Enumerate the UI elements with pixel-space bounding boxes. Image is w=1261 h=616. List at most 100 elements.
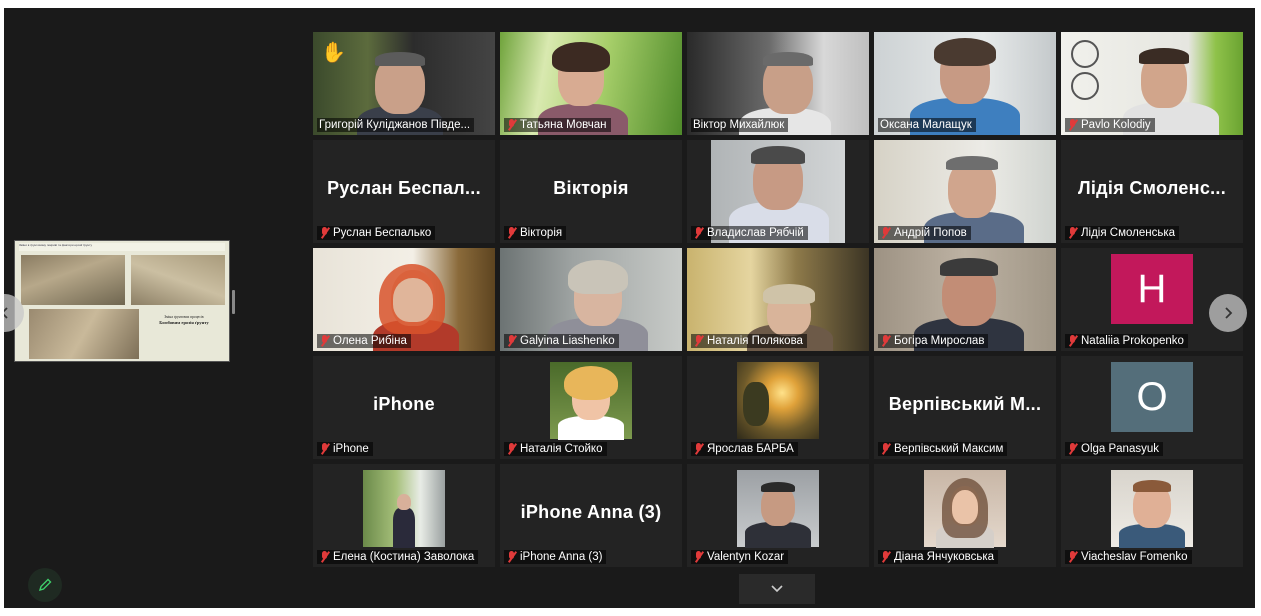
annotate-button[interactable] — [28, 568, 62, 602]
avatar-initial: H — [1137, 266, 1167, 311]
participant-name: Татьяна Мовчан — [520, 119, 607, 131]
participant-name-label: Наталія Стойко — [504, 442, 607, 456]
shared-screen-image — [29, 309, 139, 359]
participant-name: Оксана Малащук — [880, 119, 972, 131]
participant-name: Владислав Рябчій — [707, 227, 804, 239]
muted-mic-icon — [319, 551, 330, 563]
participant-name-label: Елена (Костина) Заволока — [317, 550, 479, 564]
participant-name-label: Владислав Рябчій — [691, 226, 808, 240]
participant-name: Лідія Смоленська — [1081, 227, 1176, 239]
participant-name: Valentyn Kozar — [707, 551, 785, 563]
participant-tile[interactable]: Владислав Рябчій — [687, 140, 869, 243]
logo-emblem — [1071, 40, 1099, 68]
participant-name-label: Руслан Беспалько — [317, 226, 436, 240]
next-page-button[interactable] — [1209, 294, 1247, 332]
muted-mic-icon — [693, 443, 704, 455]
participant-name-label: Григорій Кулiджанов Півде... — [317, 118, 475, 132]
participant-tile[interactable]: Наталія Полякова — [687, 248, 869, 351]
participant-name: Galyina Liashenko — [520, 335, 615, 347]
participant-tile[interactable]: iPhone Anna (3) iPhone Anna (3) — [500, 464, 682, 567]
participant-name-label: Ярослав БАРБА — [691, 442, 798, 456]
avatar-initial: O — [1136, 374, 1168, 419]
participant-tile[interactable]: Pavlo Kolodiy — [1061, 32, 1243, 135]
participant-name-label: Богіра Мирослав — [878, 334, 989, 348]
shared-screen-title: Зміни в ґрунтовому покриві та фактори ер… — [19, 243, 225, 251]
participant-tile[interactable]: Татьяна Мовчан — [500, 32, 682, 135]
participant-display-name: iPhone — [373, 394, 435, 414]
muted-mic-icon — [693, 551, 704, 563]
participant-name-label: iPhone Anna (3) — [504, 550, 607, 564]
participant-tile[interactable]: Viacheslav Fomenko — [1061, 464, 1243, 567]
participant-tile[interactable]: Віктор Михайлюк — [687, 32, 869, 135]
participant-tile[interactable]: Олена Рибіна — [313, 248, 495, 351]
panel-splitter-handle[interactable] — [232, 290, 235, 314]
participant-name-label: Діана Янчуковська — [878, 550, 999, 564]
participant-profile-photo — [1111, 470, 1193, 548]
muted-mic-icon — [1067, 335, 1078, 347]
shared-screen-image — [131, 255, 225, 305]
participant-display-name: Вікторія — [553, 178, 629, 198]
participant-name-label: Андрій Попов — [878, 226, 971, 240]
shared-screen-caption-bold: Бомбовим ерозія ґрунту — [159, 320, 209, 325]
muted-mic-icon — [319, 443, 330, 455]
muted-mic-icon — [880, 335, 891, 347]
participant-tile[interactable]: Богіра Мирослав — [874, 248, 1056, 351]
muted-mic-icon — [693, 335, 704, 347]
participant-name: Елена (Костина) Заволока — [333, 551, 475, 563]
participant-name: Pavlo Kolodiy — [1081, 119, 1151, 131]
participant-name-label: Galyina Liashenko — [504, 334, 619, 348]
participant-tile[interactable]: Діана Янчуковська — [874, 464, 1056, 567]
shared-screen-caption: Зміна ґрунтових процесів Бомбовим ерозія… — [143, 315, 225, 355]
participant-name: Вікторія — [520, 227, 563, 239]
participant-tile[interactable]: ✋ Григорій Кулiджанов Півде... — [313, 32, 495, 135]
participant-tile[interactable]: Андрій Попов — [874, 140, 1056, 243]
participant-name: Андрій Попов — [894, 227, 967, 239]
participant-tile[interactable]: Оксана Малащук — [874, 32, 1056, 135]
participant-tile[interactable]: Елена (Костина) Заволока — [313, 464, 495, 567]
participant-name-label: Nataliia Prokopenko — [1065, 334, 1188, 348]
participant-name-label: Оксана Малащук — [878, 118, 976, 132]
muted-mic-icon — [506, 443, 517, 455]
participant-name: Наталія Полякова — [707, 335, 803, 347]
muted-mic-icon — [506, 119, 517, 131]
participant-avatar: O — [1111, 362, 1193, 432]
collapse-toolbar-button[interactable] — [739, 574, 815, 604]
participant-name: Nataliia Prokopenko — [1081, 335, 1184, 347]
participant-tile[interactable]: iPhone iPhone — [313, 356, 495, 459]
shared-screen-image — [21, 255, 125, 305]
muted-mic-icon — [880, 443, 891, 455]
participant-name: Діана Янчуковська — [894, 551, 995, 563]
participant-tile[interactable]: Ярослав БАРБА — [687, 356, 869, 459]
participant-name: Наталія Стойко — [520, 443, 603, 455]
participant-name: Григорій Кулiджанов Півде... — [319, 119, 471, 131]
muted-mic-icon — [1067, 551, 1078, 563]
participant-profile-photo — [737, 362, 819, 439]
participant-tile[interactable]: Руслан Беспал... Руслан Беспалько — [313, 140, 495, 243]
muted-mic-icon — [319, 335, 330, 347]
participant-tile[interactable]: Вікторія Вікторія — [500, 140, 682, 243]
muted-mic-icon — [1067, 227, 1078, 239]
participant-name-label: Лідія Смоленська — [1065, 226, 1180, 240]
participant-name: iPhone — [333, 443, 369, 455]
participant-name-label: Наталія Полякова — [691, 334, 807, 348]
participant-display-name: iPhone Anna (3) — [520, 502, 662, 522]
participant-name: Віктор Михайлюк — [693, 119, 785, 131]
participant-tile[interactable]: Valentyn Kozar — [687, 464, 869, 567]
participant-tile[interactable]: O Olga Panasyuk — [1061, 356, 1243, 459]
participant-name-label: Вікторія — [504, 226, 567, 240]
shared-screen-thumbnail[interactable]: Зміни в ґрунтовому покриві та фактори ер… — [14, 240, 230, 362]
participant-name-label: iPhone — [317, 442, 373, 456]
participant-name: Руслан Беспалько — [333, 227, 432, 239]
participant-name-label: Valentyn Kozar — [691, 550, 789, 564]
participant-tile[interactable]: Galyina Liashenko — [500, 248, 682, 351]
chevron-left-icon — [4, 307, 8, 319]
participant-tile[interactable]: Лідія Смоленс... Лідія Смоленська — [1061, 140, 1243, 243]
participant-name-label: Татьяна Мовчан — [504, 118, 611, 132]
participant-tile[interactable]: Верпівський М... Верпівський Максим — [874, 356, 1056, 459]
participant-display-name: Верпівський М... — [888, 394, 1042, 414]
pencil-icon — [38, 578, 52, 592]
participant-display-name: Лідія Смоленс... — [1077, 178, 1227, 198]
gallery-grid: ✋ Григорій Кулiджанов Півде... Татьяна М… — [313, 32, 1243, 567]
participant-tile[interactable]: Наталія Стойко — [500, 356, 682, 459]
participant-avatar: H — [1111, 254, 1193, 324]
